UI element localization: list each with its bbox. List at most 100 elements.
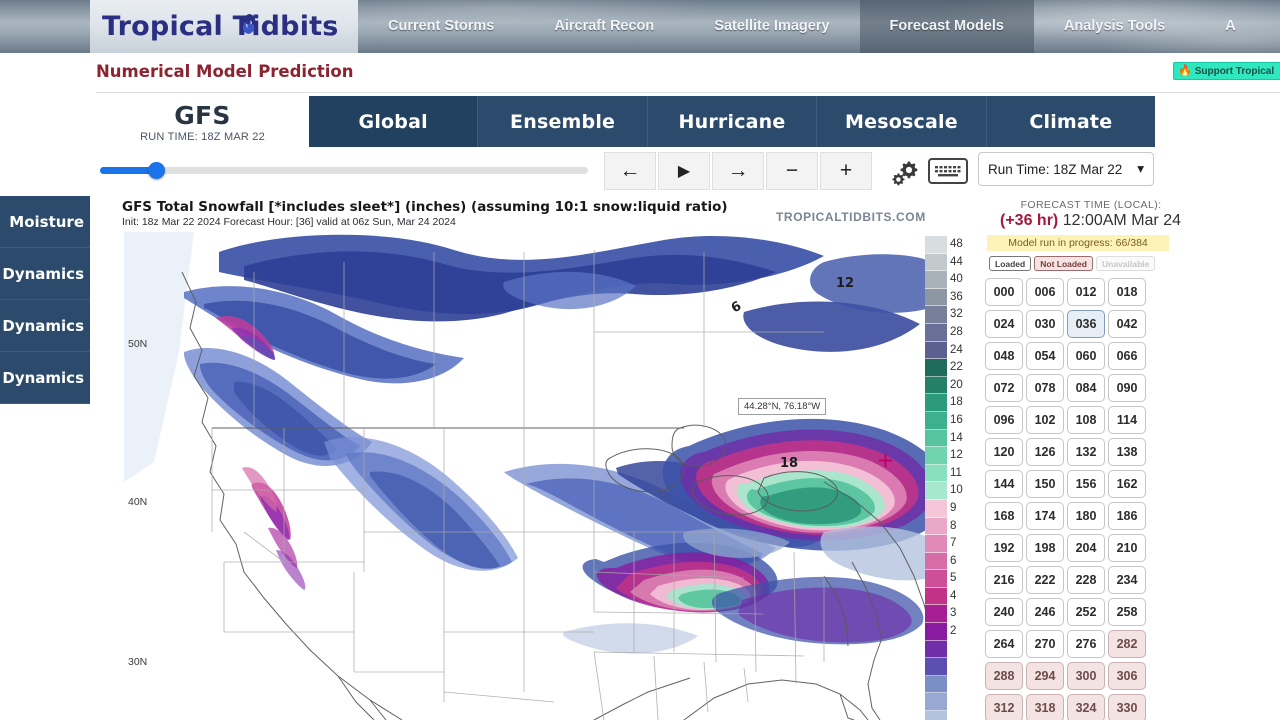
nav-item-forecast-models[interactable]: Forecast Models — [859, 0, 1034, 53]
sidebar-item-dynamics-1[interactable]: Dynamics — [0, 248, 90, 300]
forecast-hour-button-030[interactable]: 030 — [1026, 310, 1064, 338]
lat-label-50n: 50N — [128, 338, 148, 350]
nav-item-analysis-tools[interactable]: Analysis Tools — [1034, 0, 1195, 53]
forecast-hour-button-042[interactable]: 042 — [1108, 310, 1146, 338]
forecast-map[interactable]: 50N 40N 30N 12 6 18 44.28°N, 76.18°W — [124, 232, 932, 720]
forecast-hour-button-174[interactable]: 174 — [1026, 502, 1064, 530]
contour-label-12: 12 — [836, 276, 855, 291]
forecast-hour-button-150[interactable]: 150 — [1026, 470, 1064, 498]
forecast-hour-button-126[interactable]: 126 — [1026, 438, 1064, 466]
forecast-hour-button-246[interactable]: 246 — [1026, 598, 1064, 626]
forecast-hour-button-000[interactable]: 000 — [985, 278, 1023, 306]
forecast-hour-button-036[interactable]: 036 — [1067, 310, 1105, 338]
header-divider — [96, 92, 1280, 93]
forecast-hour-button-102[interactable]: 102 — [1026, 406, 1064, 434]
colorbar-cell — [925, 570, 947, 588]
nav-item-aircraft-recon[interactable]: Aircraft Recon — [524, 0, 684, 53]
colorbar-cell — [925, 323, 947, 342]
forecast-hour-button-318[interactable]: 318 — [1026, 694, 1064, 720]
forecast-time-label: FORECAST TIME (LOCAL): — [1020, 199, 1162, 211]
forecast-hour-button-120[interactable]: 120 — [985, 438, 1023, 466]
nav-item-satellite-imagery[interactable]: Satellite Imagery — [684, 0, 859, 53]
colorbar-cell — [925, 271, 947, 289]
model-run-progress: Model run in progress: 66/384 — [987, 235, 1169, 251]
step-forward-button[interactable]: → — [712, 152, 764, 190]
tab-mesoscale[interactable]: Mesoscale — [817, 96, 987, 147]
forecast-hour-button-270[interactable]: 270 — [1026, 630, 1064, 658]
model-tab-bar: GFS RUN TIME: 18Z MAR 22 Global Ensemble… — [96, 96, 1155, 147]
forecast-hour-button-228[interactable]: 228 — [1067, 566, 1105, 594]
forecast-hour-button-018[interactable]: 018 — [1108, 278, 1146, 306]
sidebar-item-moisture[interactable]: Moisture — [0, 196, 90, 248]
tab-climate[interactable]: Climate — [987, 96, 1155, 147]
forecast-hour-button-288[interactable]: 288 — [985, 662, 1023, 690]
settings-button[interactable] — [884, 152, 928, 190]
forecast-hour-button-186[interactable]: 186 — [1108, 502, 1146, 530]
forecast-hour-button-294[interactable]: 294 — [1026, 662, 1064, 690]
forecast-hour-button-222[interactable]: 222 — [1026, 566, 1064, 594]
forecast-hour-button-192[interactable]: 192 — [985, 534, 1023, 562]
run-time-select[interactable]: Run Time: 18Z Mar 22 ▾ — [978, 152, 1154, 186]
forecast-hour-button-078[interactable]: 078 — [1026, 374, 1064, 402]
forecast-offset: (+36 hr) — [1000, 212, 1059, 229]
sidebar-item-dynamics-2[interactable]: Dynamics — [0, 300, 90, 352]
forecast-hour-button-048[interactable]: 048 — [985, 342, 1023, 370]
run-time-select-value: Run Time: 18Z Mar 22 — [988, 161, 1123, 177]
site-logo[interactable]: Tropical Tidbits — [90, 0, 358, 53]
forecast-hour-button-096[interactable]: 096 — [985, 406, 1023, 434]
forecast-hour-button-282[interactable]: 282 — [1108, 630, 1146, 658]
colorbar-cell — [925, 517, 947, 536]
forecast-hour-button-024[interactable]: 024 — [985, 310, 1023, 338]
forecast-hour-button-180[interactable]: 180 — [1067, 502, 1105, 530]
zoom-in-button[interactable]: + — [820, 152, 872, 190]
forecast-hour-button-006[interactable]: 006 — [1026, 278, 1064, 306]
forecast-hour-button-240[interactable]: 240 — [985, 598, 1023, 626]
timeline-slider[interactable] — [96, 158, 592, 184]
forecast-hour-button-198[interactable]: 198 — [1026, 534, 1064, 562]
forecast-hour-button-054[interactable]: 054 — [1026, 342, 1064, 370]
sidebar-item-dynamics-3[interactable]: Dynamics — [0, 352, 90, 404]
forecast-hour-button-108[interactable]: 108 — [1067, 406, 1105, 434]
nav-item-current-storms[interactable]: Current Storms — [358, 0, 524, 53]
forecast-hour-button-276[interactable]: 276 — [1067, 630, 1105, 658]
forecast-hour-button-060[interactable]: 060 — [1067, 342, 1105, 370]
forecast-hour-button-300[interactable]: 300 — [1067, 662, 1105, 690]
keyboard-shortcuts-button[interactable] — [926, 152, 970, 190]
forecast-hour-button-084[interactable]: 084 — [1067, 374, 1105, 402]
forecast-hour-button-204[interactable]: 204 — [1067, 534, 1105, 562]
forecast-hour-button-258[interactable]: 258 — [1108, 598, 1146, 626]
tab-hurricane[interactable]: Hurricane — [648, 96, 818, 147]
forecast-hour-button-156[interactable]: 156 — [1067, 470, 1105, 498]
forecast-hour-button-210[interactable]: 210 — [1108, 534, 1146, 562]
slider-handle[interactable] — [148, 162, 165, 179]
forecast-hour-button-114[interactable]: 114 — [1108, 406, 1146, 434]
forecast-hour-button-330[interactable]: 330 — [1108, 694, 1146, 720]
play-button[interactable]: ▶ — [658, 152, 710, 190]
tab-ensemble[interactable]: Ensemble — [478, 96, 648, 147]
forecast-hour-button-132[interactable]: 132 — [1067, 438, 1105, 466]
forecast-hour-button-072[interactable]: 072 — [985, 374, 1023, 402]
forecast-hour-grid: 000 006 012 018 024 030 036 042 048 054 060 066 072 0… — [985, 278, 1146, 720]
map-graphic — [124, 232, 932, 720]
forecast-hour-button-264[interactable]: 264 — [985, 630, 1023, 658]
forecast-hour-button-168[interactable]: 168 — [985, 502, 1023, 530]
forecast-hour-button-306[interactable]: 306 — [1108, 662, 1146, 690]
forecast-hour-button-162[interactable]: 162 — [1108, 470, 1146, 498]
forecast-hour-button-144[interactable]: 144 — [985, 470, 1023, 498]
forecast-hour-button-216[interactable]: 216 — [985, 566, 1023, 594]
step-back-button[interactable]: ← — [604, 152, 656, 190]
forecast-hour-button-234[interactable]: 234 — [1108, 566, 1146, 594]
forecast-hour-button-252[interactable]: 252 — [1067, 598, 1105, 626]
nav-item-more[interactable]: A — [1195, 0, 1265, 53]
forecast-hour-button-138[interactable]: 138 — [1108, 438, 1146, 466]
tab-global[interactable]: Global — [309, 96, 479, 147]
forecast-hour-button-012[interactable]: 012 — [1067, 278, 1105, 306]
forecast-hour-button-066[interactable]: 066 — [1108, 342, 1146, 370]
forecast-hour-button-090[interactable]: 090 — [1108, 374, 1146, 402]
colorbar-cell — [925, 236, 947, 254]
forecast-hour-button-312[interactable]: 312 — [985, 694, 1023, 720]
forecast-hour-button-324[interactable]: 324 — [1067, 694, 1105, 720]
zoom-out-button[interactable]: − — [766, 152, 818, 190]
colorbar-cell — [925, 535, 947, 553]
support-tropical-button[interactable]: 🔥 Support Tropical — [1173, 62, 1280, 80]
